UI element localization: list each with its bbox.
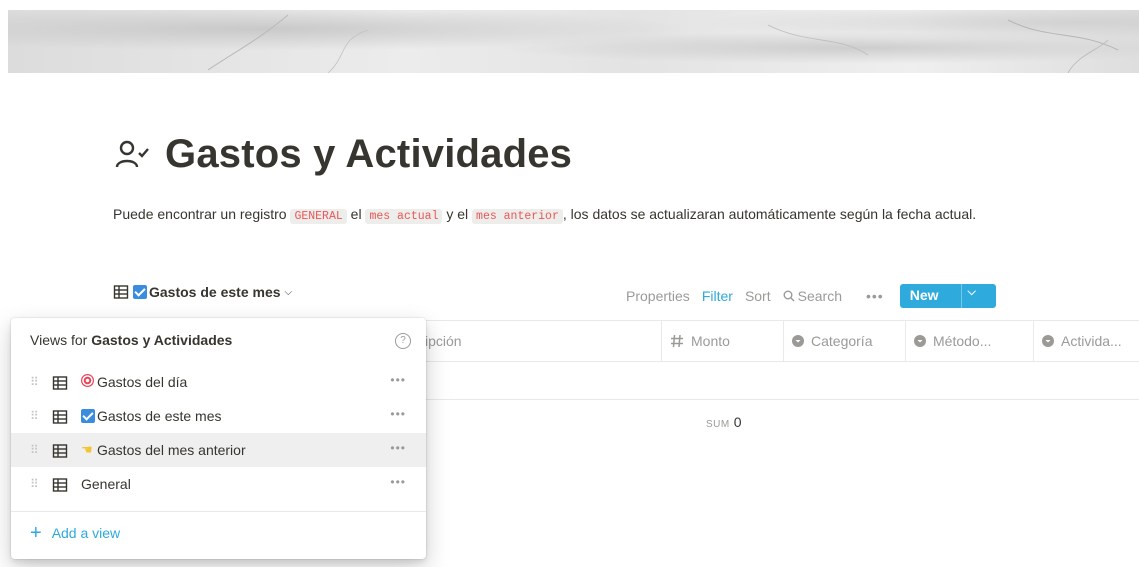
view-item-label: Gastos del mes anterior	[97, 442, 246, 458]
column-label: Categoría	[811, 333, 873, 349]
more-options-button[interactable]: •••	[866, 288, 884, 304]
column-header-categoria[interactable]: Categoría	[784, 321, 906, 361]
view-more-button[interactable]: •••	[390, 407, 406, 421]
chevron-down-icon: ⌵	[284, 286, 293, 298]
new-button-label: New	[909, 287, 939, 303]
view-item-general[interactable]: ⠿ General •••	[11, 467, 426, 501]
view-selector[interactable]: Gastos de este mes ⌵	[113, 284, 292, 300]
sort-button[interactable]: Sort	[745, 288, 771, 304]
view-more-button[interactable]: •••	[390, 475, 406, 489]
add-view-button[interactable]: + Add a view	[30, 523, 120, 543]
table-icon	[113, 285, 129, 299]
view-more-button[interactable]: •••	[390, 441, 406, 455]
drag-handle-icon[interactable]: ⠿	[30, 409, 39, 423]
sum-value: 0	[733, 414, 742, 430]
search-icon	[783, 290, 795, 302]
view-item-gastos-de-este-mes[interactable]: ⠿ Gastos de este mes •••	[11, 399, 426, 433]
checkbox-icon	[81, 409, 95, 423]
view-more-button[interactable]: •••	[390, 373, 406, 387]
hash-icon	[671, 334, 683, 348]
views-menu: Views for Gastos y Actividades ? ⠿ Gasto…	[11, 318, 426, 559]
user-check-icon[interactable]	[113, 135, 153, 175]
table-icon	[52, 444, 68, 458]
code-general: GENERAL	[290, 209, 347, 224]
view-item-label: General	[81, 476, 131, 492]
cover-image	[8, 10, 1139, 73]
desc-text: , los datos se actualizaran automáticame…	[562, 206, 977, 222]
sum-label: SUM	[706, 419, 730, 430]
checkbox-icon	[133, 285, 147, 299]
view-item-label: Gastos del día	[97, 374, 188, 390]
table-icon	[52, 478, 68, 492]
code-mes-anterior: mes anterior	[472, 209, 563, 224]
view-item-label: Gastos de este mes	[97, 408, 222, 424]
view-item-gastos-del-dia[interactable]: ⠿ Gastos del día •••	[11, 365, 426, 399]
page-header: Gastos y Actividades	[113, 132, 572, 177]
table-icon	[52, 376, 68, 390]
drag-handle-icon[interactable]: ⠿	[30, 477, 39, 491]
new-dropdown-chevron-icon[interactable]: ⌵	[960, 284, 984, 308]
page-title[interactable]: Gastos y Actividades	[165, 132, 572, 177]
column-label: Método...	[933, 333, 992, 349]
add-view-label: Add a view	[51, 525, 121, 541]
views-menu-prefix: Views for	[30, 332, 92, 348]
select-icon	[914, 335, 926, 347]
menu-divider	[11, 511, 426, 512]
sum-calculation[interactable]: SUM 0	[706, 414, 742, 430]
help-icon[interactable]: ?	[395, 333, 411, 349]
code-mes-actual: mes actual	[365, 209, 443, 224]
page-description[interactable]: Puede encontrar un registro GENERAL el m…	[113, 202, 1033, 229]
search-label: Search	[797, 288, 842, 304]
target-icon	[81, 374, 94, 387]
drag-handle-icon[interactable]: ⠿	[30, 443, 39, 457]
drag-handle-icon[interactable]: ⠿	[30, 375, 39, 389]
column-header-metodo[interactable]: Método...	[906, 321, 1034, 361]
desc-text: el	[346, 206, 366, 222]
table-icon	[52, 410, 68, 424]
current-view-label: Gastos de este mes	[149, 284, 281, 300]
desc-text: y el	[442, 206, 473, 222]
column-header-actividad[interactable]: Activida...	[1034, 321, 1139, 361]
pointing-hand-icon: ☚	[81, 442, 93, 457]
plus-icon: +	[30, 522, 42, 544]
properties-button[interactable]: Properties	[626, 288, 690, 304]
column-label: Activida...	[1061, 333, 1122, 349]
search-button[interactable]: Search	[783, 288, 854, 304]
view-item-gastos-del-mes-anterior[interactable]: ⠿ ☚ Gastos del mes anterior •••	[11, 433, 426, 467]
database-toolbar: Properties Filter Sort Search ••• New ⌵	[626, 284, 996, 308]
desc-text: Puede encontrar un registro	[113, 206, 291, 222]
column-label: ipción	[425, 333, 462, 349]
column-header-monto[interactable]: Monto	[662, 321, 784, 361]
filter-button[interactable]: Filter	[702, 288, 733, 304]
views-menu-db-name: Gastos y Actividades	[91, 332, 233, 348]
column-label: Monto	[691, 333, 730, 349]
select-icon	[792, 335, 804, 347]
select-icon	[1042, 335, 1054, 347]
new-button[interactable]: New ⌵	[899, 284, 996, 308]
views-menu-title: Views for Gastos y Actividades	[30, 332, 232, 348]
